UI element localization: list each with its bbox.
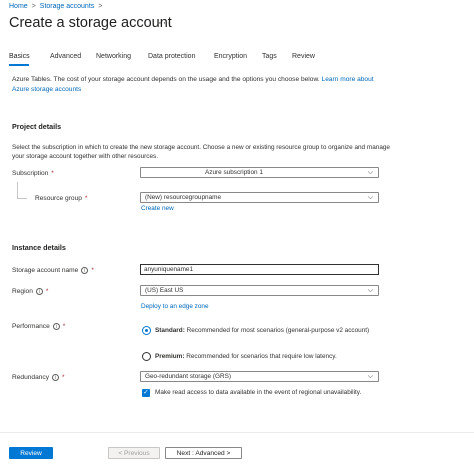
info-icon[interactable]: i [52, 374, 60, 381]
resource-group-value: (New) resourcegroupname [145, 194, 222, 201]
active-tab-indicator [9, 64, 29, 66]
read-access-checkbox[interactable]: ✓ [142, 389, 150, 397]
required-marker: * [84, 195, 88, 202]
previous-button[interactable]: < Previous [108, 447, 160, 459]
chevron-down-icon: ⌵ [367, 169, 373, 176]
info-icon[interactable]: i [35, 288, 43, 295]
info-description: Azure Tables. The cost of your storage a… [12, 76, 320, 83]
breadcrumb-separator: > [98, 3, 103, 10]
tab-advanced[interactable]: Advanced [50, 53, 81, 60]
next-advanced-button[interactable]: Next : Advanced > [165, 447, 242, 459]
read-access-label[interactable]: Make read access to data available in th… [155, 388, 385, 397]
tree-connector [17, 182, 18, 199]
resource-group-label-text: Resource group [35, 195, 82, 202]
required-marker: * [62, 323, 66, 330]
standard-bold: Standard: [155, 327, 185, 334]
premium-text: Recommended for scenarios that require l… [186, 353, 337, 360]
region-label-text: Region [12, 288, 33, 295]
review-button[interactable]: Review [9, 447, 53, 459]
performance-premium-radio[interactable] [142, 352, 151, 361]
performance-label: Performance i * [12, 323, 65, 330]
required-marker: * [91, 267, 94, 274]
tab-data-protection[interactable]: Data protection [148, 53, 195, 60]
redundancy-label: Redundancy i * [12, 374, 65, 381]
breadcrumb-separator: > [31, 3, 36, 10]
breadcrumb-home[interactable]: Home [9, 3, 28, 10]
chevron-down-icon: ⌵ [367, 287, 373, 294]
footer-divider [0, 432, 474, 433]
breadcrumb-storage-accounts[interactable]: Storage accounts [40, 3, 94, 10]
tab-bar: Basics Advanced Networking Data protecti… [9, 53, 315, 63]
premium-bold: Premium: [155, 353, 185, 360]
info-icon[interactable]: i [81, 267, 89, 274]
region-label: Region i * [12, 288, 48, 295]
storage-account-name-label-text: Storage account name [12, 267, 79, 274]
redundancy-select[interactable]: Geo-redundant storage (GRS) ⌵ [140, 371, 379, 382]
tab-review[interactable]: Review [292, 53, 315, 60]
tab-encryption[interactable]: Encryption [214, 53, 247, 60]
resource-group-label: Resource group * [35, 195, 88, 202]
more-options-icon[interactable]: ··· [158, 17, 172, 29]
subscription-select[interactable]: Azure subscription 1 ⌵ [140, 167, 379, 178]
chevron-down-icon: ⌵ [367, 373, 373, 380]
chevron-down-icon: ⌵ [367, 194, 373, 201]
required-marker: * [45, 288, 49, 295]
resource-group-select[interactable]: (New) resourcegroupname ⌵ [140, 192, 379, 203]
tab-tags[interactable]: Tags [262, 53, 277, 60]
subscription-value: Azure subscription 1 [205, 169, 263, 176]
storage-account-name-label: Storage account name i * [12, 267, 94, 274]
region-select[interactable]: (US) East US ⌵ [140, 285, 379, 296]
performance-standard-label[interactable]: Standard: Recommended for most scenarios… [155, 326, 380, 335]
standard-text: Recommended for most scenarios (general-… [186, 327, 370, 334]
project-details-heading: Project details [12, 122, 62, 131]
tree-connector [17, 198, 27, 199]
subscription-label: Subscription * [12, 170, 54, 177]
required-marker: * [51, 170, 54, 177]
tab-basics[interactable]: Basics [9, 53, 30, 60]
subscription-label-text: Subscription [12, 170, 49, 177]
page-title: Create a storage account [9, 15, 172, 31]
info-icon[interactable]: i [52, 323, 60, 330]
storage-account-name-input[interactable]: anyuniquename1 [140, 264, 379, 275]
instance-details-heading: Instance details [12, 243, 66, 252]
breadcrumb: Home > Storage accounts > [9, 3, 102, 10]
redundancy-label-text: Redundancy [12, 374, 50, 381]
redundancy-value: Geo-redundant storage (GRS) [145, 373, 231, 380]
performance-premium-label[interactable]: Premium: Recommended for scenarios that … [155, 352, 380, 361]
region-value: (US) East US [145, 287, 184, 294]
performance-label-text: Performance [12, 323, 50, 330]
required-marker: * [62, 374, 65, 381]
performance-standard-radio[interactable] [142, 326, 151, 335]
create-new-link[interactable]: Create new [141, 205, 174, 212]
info-text: Azure Tables. The cost of your storage a… [12, 75, 392, 95]
deploy-edge-zone-link[interactable]: Deploy to an edge zone [141, 303, 209, 310]
project-description: Select the subscription in which to crea… [12, 144, 390, 160]
tab-networking[interactable]: Networking [96, 53, 131, 60]
